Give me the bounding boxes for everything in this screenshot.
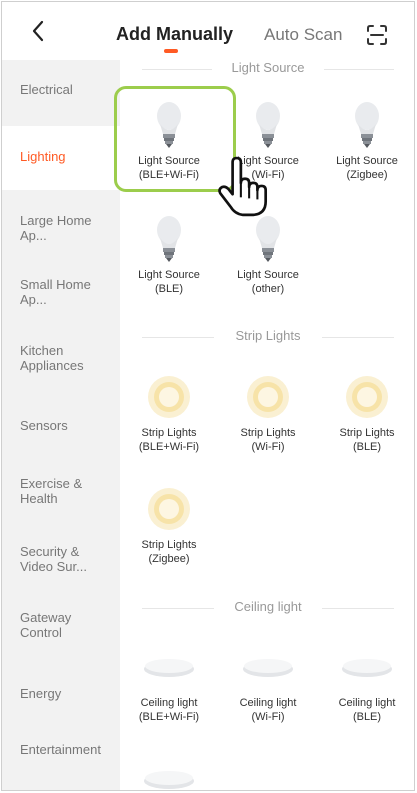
device-name: Light Source [237, 269, 299, 281]
app-screen: Add Manually Auto Scan Electrical Lighti… [1, 1, 415, 791]
device-name: Strip Lights [141, 427, 197, 439]
active-tab-indicator [164, 49, 178, 53]
device-protocol: (Zigbee) [346, 169, 388, 181]
sidebar-item-label: Small Home Ap... [20, 277, 91, 307]
device-protocol: (BLE) [154, 283, 184, 295]
device-ceiling-light-ble-wifi[interactable]: Ceiling light (BLE+Wi-Fi) [120, 638, 218, 724]
device-name: Strip Lights [339, 427, 395, 439]
device-protocol: (Zigbee) [148, 553, 190, 565]
hand-pointer-icon [218, 156, 268, 217]
device-strip-lights-ble-wifi[interactable]: Strip Lights (BLE+Wi-Fi) [120, 368, 218, 454]
device-protocol: (Wi-Fi) [251, 711, 285, 723]
ceiling-light-icon [219, 638, 317, 696]
ceiling-light-icon [120, 638, 218, 696]
sidebar-item-label: Energy [20, 686, 62, 701]
device-strip-lights-ble[interactable]: Strip Lights (BLE) [318, 368, 414, 454]
sidebar-item-label: Gateway Control [20, 610, 72, 640]
bulb-icon [120, 210, 218, 268]
device-light-source-ble[interactable]: Light Source (BLE) [120, 210, 218, 296]
device-ceiling-light-wifi[interactable]: Ceiling light (Wi-Fi) [219, 638, 317, 724]
sidebar-item-gateway-control[interactable]: Gateway Control [2, 610, 92, 640]
device-ceiling-light-partial[interactable] [120, 750, 218, 790]
sidebar-item-sensors[interactable]: Sensors [2, 418, 120, 433]
device-name: Strip Lights [141, 539, 197, 551]
sidebar-item-large-home-appliances[interactable]: Large Home Ap... [2, 213, 98, 243]
sidebar-item-energy[interactable]: Energy [2, 686, 120, 701]
strip-light-icon [120, 368, 218, 426]
device-name: Light Source [138, 269, 200, 281]
sidebar-item-label: Electrical [20, 82, 73, 97]
section-title-ceiling-light: Ceiling light [120, 599, 414, 617]
device-light-source-zigbee[interactable]: Light Source (Zigbee) [318, 96, 414, 182]
device-name: Ceiling light [140, 697, 198, 709]
device-ceiling-light-ble[interactable]: Ceiling light (BLE) [318, 638, 414, 724]
sidebar-item-entertainment[interactable]: Entertainment [2, 742, 102, 757]
scan-button[interactable] [362, 20, 392, 50]
top-bar: Add Manually Auto Scan [2, 2, 414, 60]
bulb-icon [219, 210, 317, 268]
sidebar-item-small-home-appliances[interactable]: Small Home Ap... [2, 277, 98, 307]
device-protocol: (BLE) [352, 711, 382, 723]
tab-add-manually[interactable]: Add Manually [116, 24, 233, 45]
sidebar-item-label: Entertainment [20, 742, 101, 757]
device-protocol: (other) [251, 283, 285, 295]
back-button[interactable] [24, 16, 52, 46]
device-name: Light Source [336, 155, 398, 167]
device-name: Ceiling light [239, 697, 297, 709]
divider [142, 69, 212, 70]
device-protocol: (Wi-Fi) [251, 441, 285, 453]
divider [324, 69, 394, 70]
sidebar-item-exercise-health[interactable]: Exercise & Health [2, 476, 98, 506]
strip-light-icon [219, 368, 317, 426]
ceiling-light-icon [318, 638, 414, 696]
divider [322, 608, 394, 609]
device-light-source-other[interactable]: Light Source (other) [219, 210, 317, 296]
ceiling-light-icon [120, 750, 218, 790]
device-protocol: (BLE) [352, 441, 382, 453]
category-sidebar: Electrical Lighting Large Home Ap... Sma… [2, 60, 120, 790]
bulb-icon [318, 96, 414, 154]
device-protocol: (BLE+Wi-Fi) [138, 441, 200, 453]
sidebar-item-kitchen-appliances[interactable]: Kitchen Appliances [2, 343, 102, 373]
sidebar-item-label: Kitchen Appliances [20, 343, 84, 373]
section-title-light-source: Light Source [120, 60, 414, 78]
device-name: Ceiling light [338, 697, 396, 709]
device-protocol: (BLE+Wi-Fi) [138, 711, 200, 723]
strip-light-icon [318, 368, 414, 426]
sidebar-item-label: Security & Video Sur... [20, 544, 87, 574]
sidebar-item-label: Large Home Ap... [20, 213, 92, 243]
device-strip-lights-wifi[interactable]: Strip Lights (Wi-Fi) [219, 368, 317, 454]
sidebar-item-label: Sensors [20, 418, 68, 433]
section-title-strip-lights: Strip Lights [120, 328, 414, 346]
tab-auto-scan[interactable]: Auto Scan [264, 25, 342, 45]
sidebar-item-label: Exercise & Health [20, 476, 83, 506]
sidebar-item-security-video[interactable]: Security & Video Sur... [2, 544, 98, 574]
divider [142, 337, 214, 338]
divider [142, 608, 214, 609]
sidebar-item-electrical[interactable]: Electrical [2, 82, 120, 97]
scan-icon [367, 25, 387, 45]
chevron-left-icon [32, 20, 44, 42]
divider [322, 337, 394, 338]
sidebar-item-lighting[interactable]: Lighting [2, 126, 120, 190]
strip-light-icon [120, 480, 218, 538]
device-strip-lights-zigbee[interactable]: Strip Lights (Zigbee) [120, 480, 218, 566]
device-name: Strip Lights [240, 427, 296, 439]
sidebar-item-label: Lighting [20, 149, 66, 164]
